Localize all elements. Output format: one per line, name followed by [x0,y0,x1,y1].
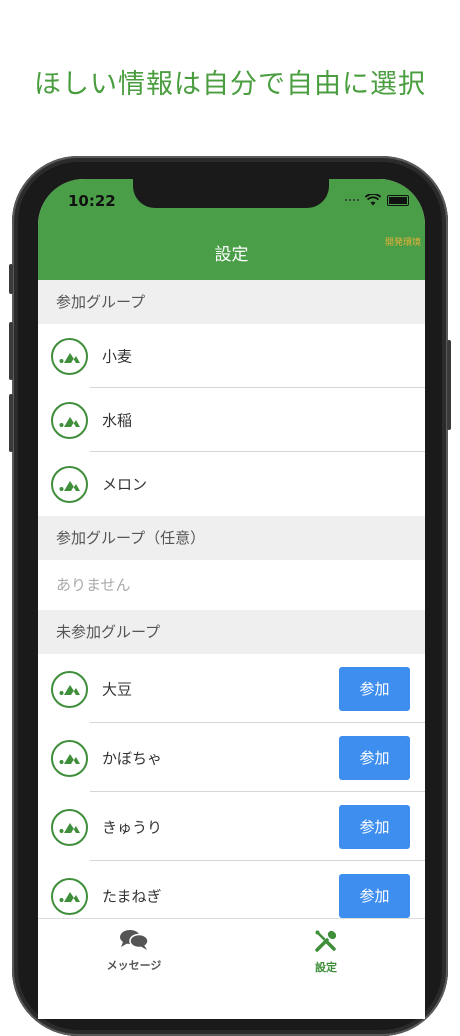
battery-icon [387,194,409,206]
chat-bubbles-icon [120,930,149,950]
join-button[interactable]: 参加 [339,735,410,780]
phone-silent-switch [9,264,13,294]
join-button[interactable]: 参加 [339,804,410,849]
group-row: 大豆 参加 [38,654,425,723]
logo-icon [51,808,88,846]
group-row[interactable]: 水稲 [38,388,425,452]
join-button[interactable]: 参加 [339,873,410,918]
group-name: 大豆 [102,680,133,698]
logo-icon [51,402,88,439]
group-row[interactable]: メロン [38,452,425,516]
cellular-signal-icon [345,199,359,201]
empty-message: ありません [38,560,425,610]
app-header: 10:22 開発環境 設定 [38,179,425,280]
logo-icon [51,739,88,777]
phone-power-button [447,340,451,430]
wifi-icon [365,194,381,206]
logo-icon [51,338,88,375]
group-name: きゅうり [102,818,163,836]
group-row: かぼちゃ 参加 [38,723,425,792]
settings-list[interactable]: 参加グループ 小麦 水稲 メロン 参加グループ（任意） ありません 未参加グルー… [38,280,425,930]
status-time: 10:22 [68,192,116,210]
phone-screen: 10:22 開発環境 設定 参加グループ 小麦 水稲 メロン 参加グループ（任意… [38,179,425,1019]
logo-icon [51,466,88,503]
tab-label: メッセージ [106,959,162,972]
section-header-not-joined: 未参加グループ [38,610,425,654]
page-title: 設定 [214,245,249,265]
tab-settings[interactable]: 設定 [266,929,386,975]
headline: ほしい情報は自分で自由に選択 [34,69,426,100]
phone-volume-up [9,322,13,380]
tab-bar: メッセージ 設定 [38,918,425,1019]
group-name: かぼちゃ [102,749,163,767]
group-name: たまねぎ [102,887,162,905]
logo-icon [51,877,88,915]
status-icons [345,194,409,206]
phone-volume-down [9,394,13,452]
notch [133,179,329,208]
logo-icon [51,670,88,708]
section-header-joined: 参加グループ [38,280,425,324]
group-row[interactable]: 小麦 [38,324,425,388]
join-button[interactable]: 参加 [339,666,410,711]
section-header-joined-optional: 参加グループ（任意） [38,516,425,560]
group-name: 小麦 [102,347,133,366]
tools-icon [315,930,337,952]
group-name: 水稲 [102,411,133,430]
group-row: きゅうり 参加 [38,792,425,861]
group-name: メロン [102,475,148,494]
tab-label: 設定 [315,961,337,974]
tab-messages[interactable]: メッセージ [74,929,194,973]
